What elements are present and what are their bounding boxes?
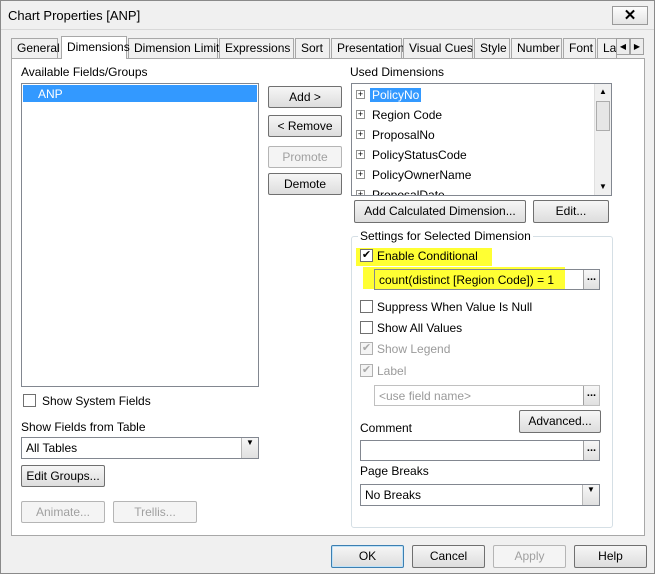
tab-layout-partial[interactable]: La	[597, 38, 617, 58]
show-system-fields-label: Show System Fields	[42, 394, 151, 408]
expression-editor-icon[interactable]: ...	[583, 270, 599, 289]
expand-icon[interactable]: +	[356, 110, 365, 119]
promote-button[interactable]: Promote	[268, 146, 342, 168]
dimensions-panel: Available Fields/Groups ANP Show System …	[11, 58, 645, 536]
title-bar: Chart Properties [ANP] ✕	[1, 1, 654, 30]
tab-dimension-limits[interactable]: Dimension Limits	[128, 38, 225, 58]
remove-button[interactable]: < Remove	[268, 115, 342, 137]
scroll-up-icon[interactable]: ▲	[595, 84, 611, 100]
tab-expressions[interactable]: Expressions	[219, 38, 294, 58]
enable-conditional-checkbox[interactable]: ✔	[360, 249, 373, 262]
tab-visual-cues[interactable]: Visual Cues	[403, 38, 473, 58]
used-dimensions-scrollbar[interactable]: ▲ ▼	[594, 84, 611, 195]
animate-button[interactable]: Animate...	[21, 501, 105, 523]
label-field[interactable]: <use field name> ...	[374, 385, 600, 406]
show-legend-label: Show Legend	[377, 342, 451, 356]
edit-dimension-button[interactable]: Edit...	[533, 200, 609, 223]
tab-scroll-left-icon[interactable]: ◀	[616, 38, 630, 55]
chevron-down-icon: ▼	[241, 438, 258, 458]
show-legend-checkbox[interactable]: ✔	[360, 342, 373, 355]
suppress-null-checkbox[interactable]	[360, 300, 373, 313]
label-checkbox[interactable]: ✔	[360, 364, 373, 377]
comment-field[interactable]: ...	[360, 440, 600, 461]
available-fields-list[interactable]: ANP	[21, 83, 259, 387]
expand-icon[interactable]: +	[356, 190, 365, 195]
enable-conditional-label: Enable Conditional	[377, 249, 478, 263]
close-button[interactable]: ✕	[612, 6, 648, 25]
tab-general[interactable]: General	[11, 38, 60, 58]
scroll-thumb[interactable]	[596, 101, 610, 131]
comment-editor-icon[interactable]: ...	[583, 441, 599, 460]
tab-scroll-right-icon[interactable]: ▶	[630, 38, 644, 55]
tab-dimensions[interactable]: Dimensions	[61, 36, 130, 59]
chart-properties-dialog: Chart Properties [ANP] ✕ General Dimensi…	[0, 0, 655, 574]
show-all-values-label: Show All Values	[377, 321, 463, 335]
chevron-down-icon: ▼	[582, 485, 599, 505]
help-button[interactable]: Help	[574, 545, 647, 568]
trellis-button[interactable]: Trellis...	[113, 501, 197, 523]
condition-expression-field[interactable]: count(distinct [Region Code]) = 1 ...	[374, 269, 600, 290]
expand-icon[interactable]: +	[356, 90, 365, 99]
add-calculated-dimension-button[interactable]: Add Calculated Dimension...	[354, 200, 526, 223]
comment-label: Comment	[360, 421, 413, 435]
tab-style[interactable]: Style	[474, 38, 510, 58]
tab-sort[interactable]: Sort	[295, 38, 330, 58]
close-icon: ✕	[623, 7, 637, 24]
show-fields-from-table-label: Show Fields from Table	[21, 420, 146, 434]
expand-icon[interactable]: +	[356, 130, 365, 139]
available-fields-label: Available Fields/Groups	[21, 65, 148, 79]
window-title: Chart Properties [ANP]	[8, 8, 141, 23]
show-all-values-checkbox[interactable]	[360, 321, 373, 334]
page-breaks-label: Page Breaks	[360, 464, 429, 478]
show-system-fields-checkbox[interactable]	[23, 394, 36, 407]
table-select[interactable]: All Tables ▼	[21, 437, 259, 459]
tab-font[interactable]: Font	[563, 38, 596, 58]
cancel-button[interactable]: Cancel	[412, 545, 485, 568]
demote-button[interactable]: Demote	[268, 173, 342, 195]
expand-icon[interactable]: +	[356, 170, 365, 179]
label-editor-icon[interactable]: ...	[583, 386, 599, 405]
advanced-button[interactable]: Advanced...	[519, 410, 601, 433]
used-dimensions-tree[interactable]: + PolicyNo + Region Code + ProposalNo + Poli…	[351, 83, 612, 196]
edit-groups-button[interactable]: Edit Groups...	[21, 465, 105, 487]
tab-strip: General Dimensions Dimension Limits Expr…	[11, 36, 644, 59]
list-item[interactable]: ANP	[23, 85, 257, 102]
page-breaks-select[interactable]: No Breaks ▼	[360, 484, 600, 506]
ok-button[interactable]: OK	[331, 545, 404, 568]
used-dimensions-label: Used Dimensions	[350, 65, 445, 79]
tab-number[interactable]: Number	[511, 38, 562, 58]
settings-group-title: Settings for Selected Dimension	[358, 229, 533, 243]
suppress-null-label: Suppress When Value Is Null	[377, 300, 533, 314]
expand-icon[interactable]: +	[356, 150, 365, 159]
apply-button[interactable]: Apply	[493, 545, 566, 568]
add-button[interactable]: Add >	[268, 86, 342, 108]
tab-presentation[interactable]: Presentation	[331, 38, 404, 58]
scroll-down-icon[interactable]: ▼	[595, 179, 611, 195]
label-checkbox-label: Label	[377, 364, 407, 378]
